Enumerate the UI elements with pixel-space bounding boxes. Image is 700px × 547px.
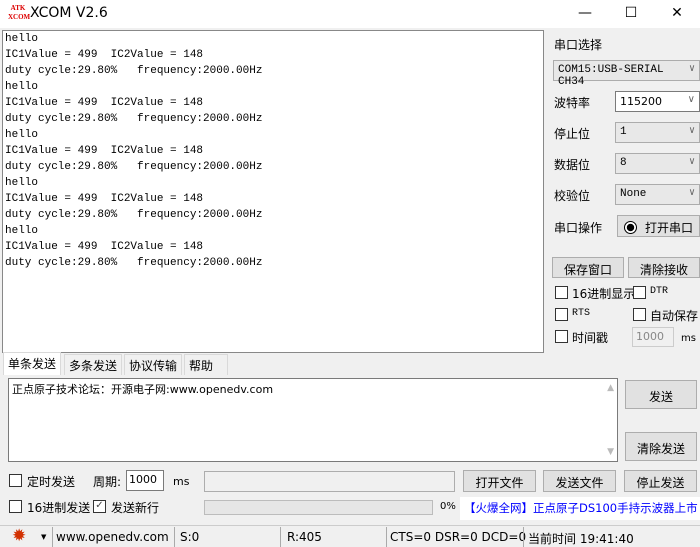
divider [52, 527, 53, 547]
receive-line: IC1Value = 499 IC2Value = 148 [5, 49, 204, 61]
stop-bits-label: 停止位 [554, 127, 591, 141]
timed-send-checkbox[interactable] [9, 474, 22, 487]
receive-line: hello [5, 81, 39, 93]
dtr-label: DTR [650, 286, 669, 297]
baud-label: 波特率 [554, 96, 591, 110]
tab-help[interactable]: 帮助 [184, 354, 228, 375]
send-button[interactable]: 发送 [625, 380, 697, 409]
parity-label: 校验位 [554, 189, 591, 203]
parity-select[interactable]: None ∨ [615, 184, 700, 205]
receive-count[interactable]: R:405 [287, 530, 322, 544]
save-window-button[interactable]: 保存窗口 [552, 257, 624, 278]
auto-save-checkbox[interactable] [633, 308, 646, 321]
chevron-down-icon: ∨ [687, 94, 695, 105]
parity-value: None [620, 188, 647, 200]
scroll-down-icon[interactable]: ▼ [607, 447, 614, 457]
timestamp-checkbox[interactable] [555, 330, 568, 343]
dtr-checkbox[interactable] [633, 286, 646, 299]
data-bits-select[interactable]: 8 ∨ [615, 153, 700, 174]
period-ms-label: ms [173, 475, 190, 488]
baud-select[interactable]: 115200 ∨ [615, 91, 700, 112]
receive-line: duty cycle:29.80% frequency:2000.00Hz [5, 209, 263, 221]
tab-multi-send[interactable]: 多条发送 [64, 354, 123, 375]
rts-label: RTS [572, 308, 591, 319]
window-title: XCOM V2.6 [30, 5, 108, 21]
rts-checkbox[interactable] [555, 308, 568, 321]
receive-line: hello [5, 33, 39, 45]
data-bits-value: 8 [620, 157, 627, 169]
radio-dot-icon [624, 221, 637, 234]
maximize-button[interactable]: ☐ [608, 0, 654, 28]
receive-line: IC1Value = 499 IC2Value = 148 [5, 193, 204, 205]
clear-receive-button[interactable]: 清除接收 [628, 257, 700, 278]
app-logo-icon: ATK XCOM [8, 4, 31, 21]
modem-lines: CTS=0 DSR=0 DCD=0 [390, 530, 527, 544]
port-operation-label: 串口操作 [554, 221, 603, 235]
hex-display-checkbox[interactable] [555, 286, 568, 299]
receive-line: duty cycle:29.80% frequency:2000.00Hz [5, 161, 263, 173]
stop-send-button[interactable]: 停止发送 [624, 470, 697, 492]
stop-bits-select[interactable]: 1 ∨ [615, 122, 700, 143]
divider [280, 527, 281, 547]
chevron-down-icon: ∨ [688, 126, 695, 137]
open-port-button[interactable]: 打开串口 [617, 215, 700, 237]
settings-gear-icon[interactable]: ✹ [12, 528, 26, 545]
receive-line: hello [5, 225, 39, 237]
receive-line: duty cycle:29.80% frequency:2000.00Hz [5, 65, 263, 77]
progress-percent: 0% [440, 501, 456, 512]
receive-line: duty cycle:29.80% frequency:2000.00Hz [5, 257, 263, 269]
send-text: 正点原子技术论坛：开源电子网:www.openedv.com [12, 383, 274, 396]
period-label: 周期: [93, 475, 122, 489]
send-input[interactable]: 正点原子技术论坛：开源电子网:www.openedv.com ▲ ▼ [8, 378, 618, 462]
dropdown-arrow-icon[interactable]: ▼ [41, 533, 46, 541]
tab-protocol[interactable]: 协议传输 [124, 354, 183, 375]
receive-line: duty cycle:29.80% frequency:2000.00Hz [5, 113, 263, 125]
hex-send-checkbox[interactable] [9, 500, 22, 513]
port-value: COM15:USB-SERIAL CH34 [558, 64, 664, 88]
send-newline-label: 发送新行 [111, 501, 160, 515]
chevron-down-icon: ∨ [688, 157, 695, 168]
chevron-down-icon: ∨ [688, 188, 695, 199]
receive-area[interactable]: hello IC1Value = 499 IC2Value = 148 duty c… [2, 30, 544, 353]
divider [523, 527, 524, 547]
divider [174, 527, 175, 547]
current-time: 当前时间 19:41:40 [528, 532, 634, 546]
hex-display-label: 16进制显示 [572, 287, 636, 301]
sent-count: S:0 [180, 530, 200, 544]
send-newline-checkbox[interactable]: ✓ [93, 500, 106, 513]
send-file-button[interactable]: 发送文件 [543, 470, 616, 492]
data-bits-label: 数据位 [554, 158, 591, 172]
hex-send-label: 16进制发送 [27, 501, 91, 515]
auto-save-label: 自动保存 [650, 309, 699, 323]
timestamp-interval-input[interactable]: 1000 [632, 327, 674, 347]
timestamp-ms-label: ms [681, 333, 696, 344]
send-progress-bar [204, 500, 433, 515]
open-file-button[interactable]: 打开文件 [463, 470, 536, 492]
period-input[interactable]: 1000 [126, 470, 164, 491]
divider [386, 527, 387, 547]
ad-link[interactable]: 【火爆全网】正点原子DS100手持示波器上市 [460, 497, 700, 520]
timed-send-label: 定时发送 [27, 475, 76, 489]
receive-line: IC1Value = 499 IC2Value = 148 [5, 241, 204, 253]
port-select[interactable]: COM15:USB-SERIAL CH34 ∨ [553, 60, 700, 88]
port-select-label: 串口选择 [554, 38, 603, 52]
website-link[interactable]: www.openedv.com [56, 530, 169, 544]
minimize-button[interactable]: — [562, 0, 608, 28]
baud-value: 115200 [620, 95, 662, 108]
chevron-down-icon: ∨ [688, 64, 695, 75]
title-bar: ATK XCOM XCOM V2.6 — ☐ ✕ [0, 0, 700, 28]
clear-send-button[interactable]: 清除发送 [625, 432, 697, 461]
receive-line: IC1Value = 499 IC2Value = 148 [5, 97, 204, 109]
stop-bits-value: 1 [620, 126, 627, 138]
receive-line: hello [5, 129, 39, 141]
timestamp-label: 时间戳 [572, 331, 609, 345]
receive-line: hello [5, 177, 39, 189]
close-button[interactable]: ✕ [654, 0, 700, 28]
tab-single-send[interactable]: 单条发送 [3, 352, 62, 375]
scroll-up-icon[interactable]: ▲ [607, 383, 614, 393]
receive-line: IC1Value = 499 IC2Value = 148 [5, 145, 204, 157]
open-port-label: 打开串口 [645, 221, 694, 235]
file-path-input[interactable] [204, 471, 455, 492]
